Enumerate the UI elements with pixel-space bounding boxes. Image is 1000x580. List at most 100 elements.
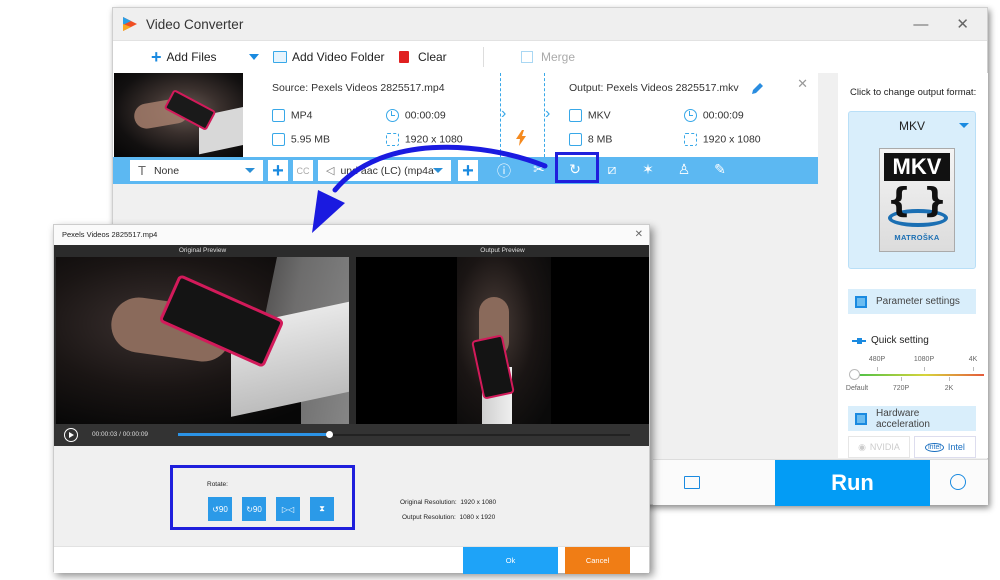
close-button[interactable]: ✕: [956, 15, 969, 33]
audio-track-select[interactable]: ◁ und aac (LC) (mp4a: [318, 160, 451, 181]
parameter-settings-button[interactable]: Parameter settings: [848, 289, 976, 314]
tick-2k: 2K: [944, 385, 954, 392]
resolution-icon: [684, 133, 697, 146]
format-icon: [272, 109, 285, 122]
app-title: Video Converter: [146, 16, 244, 32]
output-preview-label: Output Preview: [480, 247, 525, 254]
output-format-selector[interactable]: MKV MKV { } MATROŠKA: [848, 111, 976, 269]
chevron-right-icon: ›: [545, 105, 551, 122]
ok-button[interactable]: Ok: [463, 547, 558, 574]
merge-button[interactable]: Merge: [521, 50, 575, 64]
output-size: 8 MB: [569, 133, 612, 146]
edit-pencil-icon[interactable]: [751, 82, 763, 94]
mkv-format-icon: MKV { } MATROŠKA: [879, 148, 955, 252]
intel-option[interactable]: intel Intel: [914, 436, 976, 458]
subtitle-select[interactable]: T None: [130, 160, 263, 181]
output-format-panel: Click to change output format: MKV MKV {…: [838, 73, 988, 458]
preview-area: Original Preview Output Preview 00:00:03…: [54, 245, 649, 446]
toolbar: + Add Files Add Video Folder Clear Merge: [113, 41, 987, 73]
file-item[interactable]: Source: Pexels Videos 2825517.mp4 MP4 00…: [113, 73, 818, 157]
clock-icon: [386, 109, 399, 122]
tick-480p: 480P: [868, 356, 886, 363]
output-folder-icon[interactable]: [684, 476, 700, 489]
output-duration: 00:00:09: [684, 109, 744, 122]
watermark-icon[interactable]: ♙: [674, 161, 694, 178]
trash-icon: [399, 51, 409, 63]
folder-icon: [273, 51, 287, 63]
seek-handle[interactable]: [325, 431, 333, 438]
cc-button[interactable]: CC: [293, 160, 313, 181]
quick-setting-label: Quick setting: [852, 335, 929, 346]
seek-progress: [178, 433, 329, 436]
tick-default: Default: [845, 385, 869, 392]
alarm-clock-icon[interactable]: [950, 474, 966, 490]
output-preview: [356, 257, 649, 424]
output-resolution: Output Resolution: 1080 x 1920: [402, 514, 496, 521]
title-bar: Video Converter — ✕: [113, 8, 987, 41]
source-format: MP4: [272, 109, 312, 122]
clear-button[interactable]: Clear: [399, 50, 447, 64]
format-icon: [569, 109, 582, 122]
video-thumbnail[interactable]: [114, 73, 243, 157]
dialog-close-button[interactable]: ✕: [635, 225, 643, 245]
remove-file-button[interactable]: ✕: [797, 76, 808, 92]
info-icon[interactable]: ⓘ: [494, 161, 514, 181]
highlight-rotate-options: [170, 465, 355, 530]
app-logo-icon: [122, 16, 138, 32]
tick-1080p: 1080P: [913, 356, 935, 363]
toolbar-divider: [483, 47, 484, 67]
chevron-down-icon: [959, 123, 969, 128]
plus-icon: +: [151, 47, 162, 67]
playback-time: 00:00:03 / 00:00:09: [92, 431, 149, 438]
edit-subtitle-icon[interactable]: ✎: [710, 161, 730, 178]
edit-bar: T None + CC ◁ und aac (LC) (mp4a + ⓘ ✂ ↻…: [113, 157, 818, 184]
dialog-title: Pexels Videos 2825517.mp4: [54, 225, 649, 245]
source-filename: Source: Pexels Videos 2825517.mp4: [272, 82, 445, 94]
add-subtitle-button[interactable]: +: [268, 160, 288, 181]
add-video-folder-button[interactable]: Add Video Folder: [249, 50, 385, 64]
tick-4k: 4K: [968, 356, 978, 363]
add-files-label: Add Files: [166, 50, 217, 64]
seek-bar[interactable]: [178, 431, 630, 438]
chip-icon: [855, 412, 867, 425]
add-audio-button[interactable]: +: [458, 160, 478, 181]
format-prompt: Click to change output format:: [850, 87, 977, 98]
clock-icon: [684, 109, 697, 122]
cancel-button[interactable]: Cancel: [565, 547, 630, 574]
dialog-footer: Ok Cancel: [54, 546, 649, 574]
add-video-folder-label: Add Video Folder: [292, 50, 385, 64]
output-filename: Output: Pexels Videos 2825517.mkv: [569, 82, 763, 94]
dropdown-arrow-icon: [249, 54, 259, 60]
nvidia-logo-icon: ◉: [858, 441, 866, 452]
cut-icon[interactable]: ✂: [529, 161, 549, 178]
output-format: MKV: [569, 109, 611, 122]
source-resolution: 1920 x 1080: [386, 133, 463, 146]
minimize-button[interactable]: —: [913, 16, 928, 33]
effects-icon[interactable]: ✶: [638, 161, 658, 178]
quality-slider-handle[interactable]: [849, 369, 860, 380]
merge-label: Merge: [541, 50, 576, 64]
quality-slider[interactable]: [854, 374, 984, 376]
output-resolution: 1920 x 1080: [684, 133, 761, 146]
nvidia-option[interactable]: ◉ NVIDIA: [848, 436, 910, 458]
intel-logo-icon: intel: [925, 442, 944, 452]
hardware-acceleration-button[interactable]: Hardware acceleration: [848, 406, 976, 431]
highlight-rotate-tool: [555, 152, 599, 183]
crop-icon[interactable]: ⧄: [602, 161, 622, 178]
chevron-right-icon: ›: [501, 105, 507, 122]
clear-label: Clear: [418, 50, 447, 64]
add-files-button[interactable]: + Add Files: [151, 48, 217, 66]
bottom-bar: Run: [653, 459, 988, 506]
resolution-icon: [386, 133, 399, 146]
slider-icon: [852, 337, 866, 344]
chevron-down-icon: [433, 168, 443, 173]
lightning-icon[interactable]: [516, 130, 526, 146]
play-icon[interactable]: [64, 428, 78, 442]
player-controls: 00:00:03 / 00:00:09: [54, 424, 649, 446]
run-button[interactable]: Run: [775, 460, 930, 506]
speaker-icon: ◁: [326, 165, 335, 177]
original-preview: [56, 257, 349, 424]
file-size-icon: [272, 133, 285, 146]
file-size-icon: [569, 133, 582, 146]
sliders-icon: [855, 295, 867, 308]
